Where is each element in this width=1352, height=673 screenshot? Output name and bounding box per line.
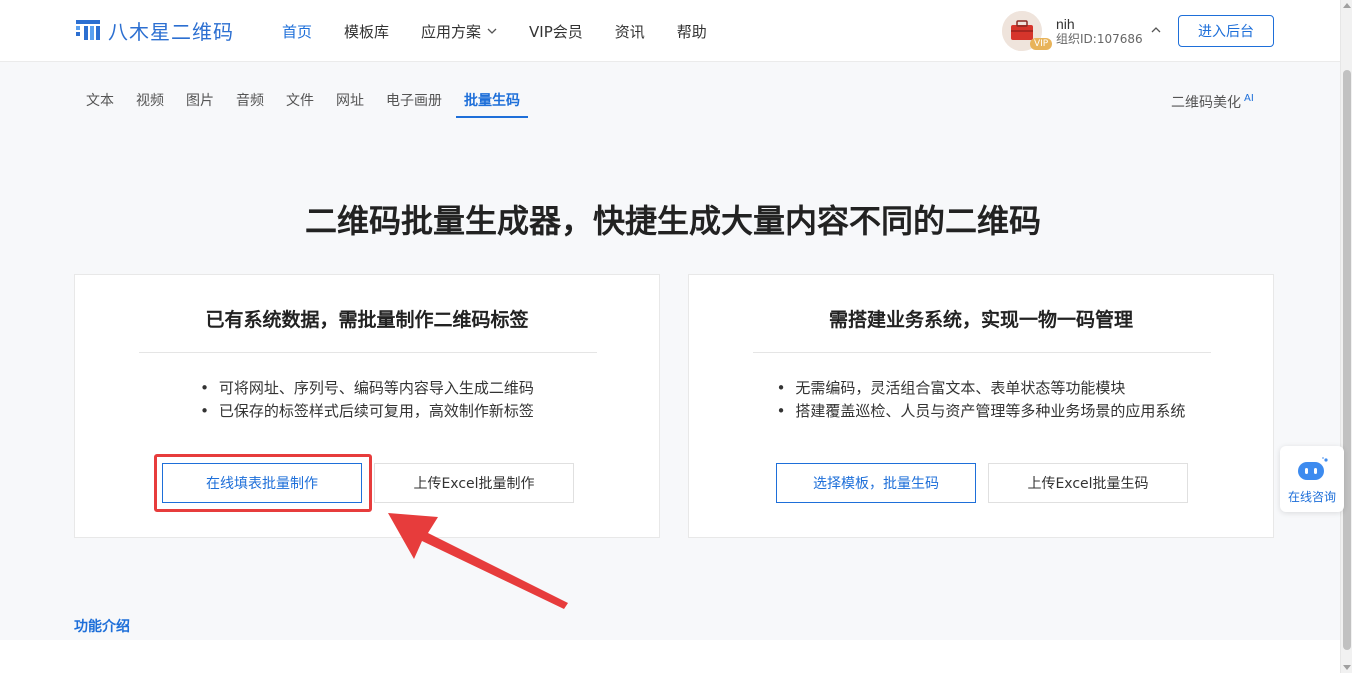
tab-text[interactable]: 文本 (78, 88, 122, 118)
user-name: nih (1056, 15, 1075, 32)
card-divider (139, 352, 597, 353)
page-scrollbar[interactable] (1340, 0, 1352, 673)
user-org-id: 组织ID:107686 (1056, 31, 1143, 46)
chevron-up-icon[interactable] (1150, 24, 1162, 36)
scroll-thumb[interactable] (1343, 70, 1351, 650)
qr-beautify-link[interactable]: 二维码美化 AI (1171, 92, 1254, 112)
nav-solutions-label: 应用方案 (421, 22, 482, 41)
user-menu[interactable]: VIP nih 组织ID:107686 (1002, 10, 1161, 52)
online-consult-label: 在线咨询 (1287, 490, 1336, 504)
nav-help[interactable]: 帮助 (677, 21, 707, 42)
card-title: 已有系统数据，需批量制作二维码标签 (205, 309, 529, 331)
list-item: 无需编码，灵活组合富文本、表单状态等功能模块 (777, 377, 1186, 400)
nav-home[interactable]: 首页 (282, 21, 312, 42)
choose-template-button[interactable]: 选择模板，批量生码 (776, 463, 976, 503)
ai-badge: AI (1244, 93, 1254, 105)
scroll-down-arrow-icon[interactable] (1343, 665, 1351, 670)
avatar[interactable]: VIP (1002, 11, 1053, 51)
logo-text: 八木星二维码 (108, 19, 234, 44)
card-bullets: 无需编码，灵活组合富文本、表单状态等功能模块 搭建覆盖巡检、人员与资产管理等多种… (689, 377, 1273, 423)
main-nav: 首页 模板库 应用方案 VIP会员 资讯 帮助 (282, 0, 739, 62)
features-section (0, 640, 1340, 673)
vip-badge: VIP (1030, 38, 1053, 50)
nav-vip[interactable]: VIP会员 (529, 21, 583, 42)
nav-solutions[interactable]: 应用方案 (421, 21, 497, 42)
enter-backend-button[interactable]: 进入后台 (1178, 15, 1274, 47)
card-bullets: 可将网址、序列号、编码等内容导入生成二维码 已保存的标签样式后续可复用，高效制作… (75, 377, 659, 423)
nav-news[interactable]: 资讯 (615, 21, 645, 42)
business-system-card: 需搭建业务系统，实现一物一码管理 无需编码，灵活组合富文本、表单状态等功能模块 … (688, 274, 1274, 538)
list-item: 搭建覆盖巡检、人员与资产管理等多种业务场景的应用系统 (777, 400, 1185, 423)
list-item: 已保存的标签样式后续可复用，高效制作新标签 (200, 400, 534, 423)
logo-icon (76, 20, 100, 40)
card-divider (753, 352, 1211, 353)
tab-file[interactable]: 文件 (278, 88, 322, 118)
online-form-batch-button[interactable]: 在线填表批量制作 (162, 463, 362, 503)
nav-templates-label: 模板库 (344, 22, 390, 41)
page-title: 二维码批量生成器，快捷生成大量内容不同的二维码 (304, 202, 1041, 240)
card-title: 需搭建业务系统，实现一物一码管理 (828, 309, 1133, 331)
site-logo[interactable]: 八木星二维码 (74, 16, 234, 44)
tab-url[interactable]: 网址 (328, 88, 372, 118)
nav-home-label: 首页 (282, 22, 313, 41)
nav-templates[interactable]: 模板库 (344, 21, 389, 42)
tab-features[interactable]: 功能介绍 (74, 616, 130, 642)
nav-vip-label: VIP会员 (529, 22, 583, 41)
batch-label-card: 已有系统数据，需批量制作二维码标签 可将网址、序列号、编码等内容导入生成二维码 … (74, 274, 660, 538)
tab-ebook[interactable]: 电子画册 (378, 88, 450, 118)
content-type-tabs: 文本 视频 图片 音频 文件 网址 电子画册 批量生码 (78, 88, 534, 118)
user-info: nih 组织ID:107686 (1056, 16, 1143, 47)
chat-bot-icon (1298, 457, 1328, 480)
top-navbar: 八木星二维码 首页 模板库 应用方案 VIP会员 资讯 帮助 VIP nih 组… (0, 0, 1340, 62)
tab-audio[interactable]: 音频 (228, 88, 272, 118)
tab-video[interactable]: 视频 (128, 88, 172, 118)
tab-batch[interactable]: 批量生码 (456, 88, 528, 118)
qr-beautify-label: 二维码美化 (1171, 95, 1241, 111)
upload-excel-generate-button[interactable]: 上传Excel批量生码 (988, 463, 1188, 503)
online-consult-widget[interactable]: 在线咨询 (1280, 446, 1344, 512)
upload-excel-batch-button[interactable]: 上传Excel批量制作 (374, 463, 574, 503)
nav-news-label: 资讯 (614, 22, 645, 41)
chevron-down-icon (487, 28, 497, 34)
list-item: 可将网址、序列号、编码等内容导入生成二维码 (200, 377, 534, 400)
scroll-up-arrow-icon[interactable] (1343, 3, 1351, 8)
tab-image[interactable]: 图片 (178, 88, 222, 118)
nav-help-label: 帮助 (676, 22, 707, 41)
